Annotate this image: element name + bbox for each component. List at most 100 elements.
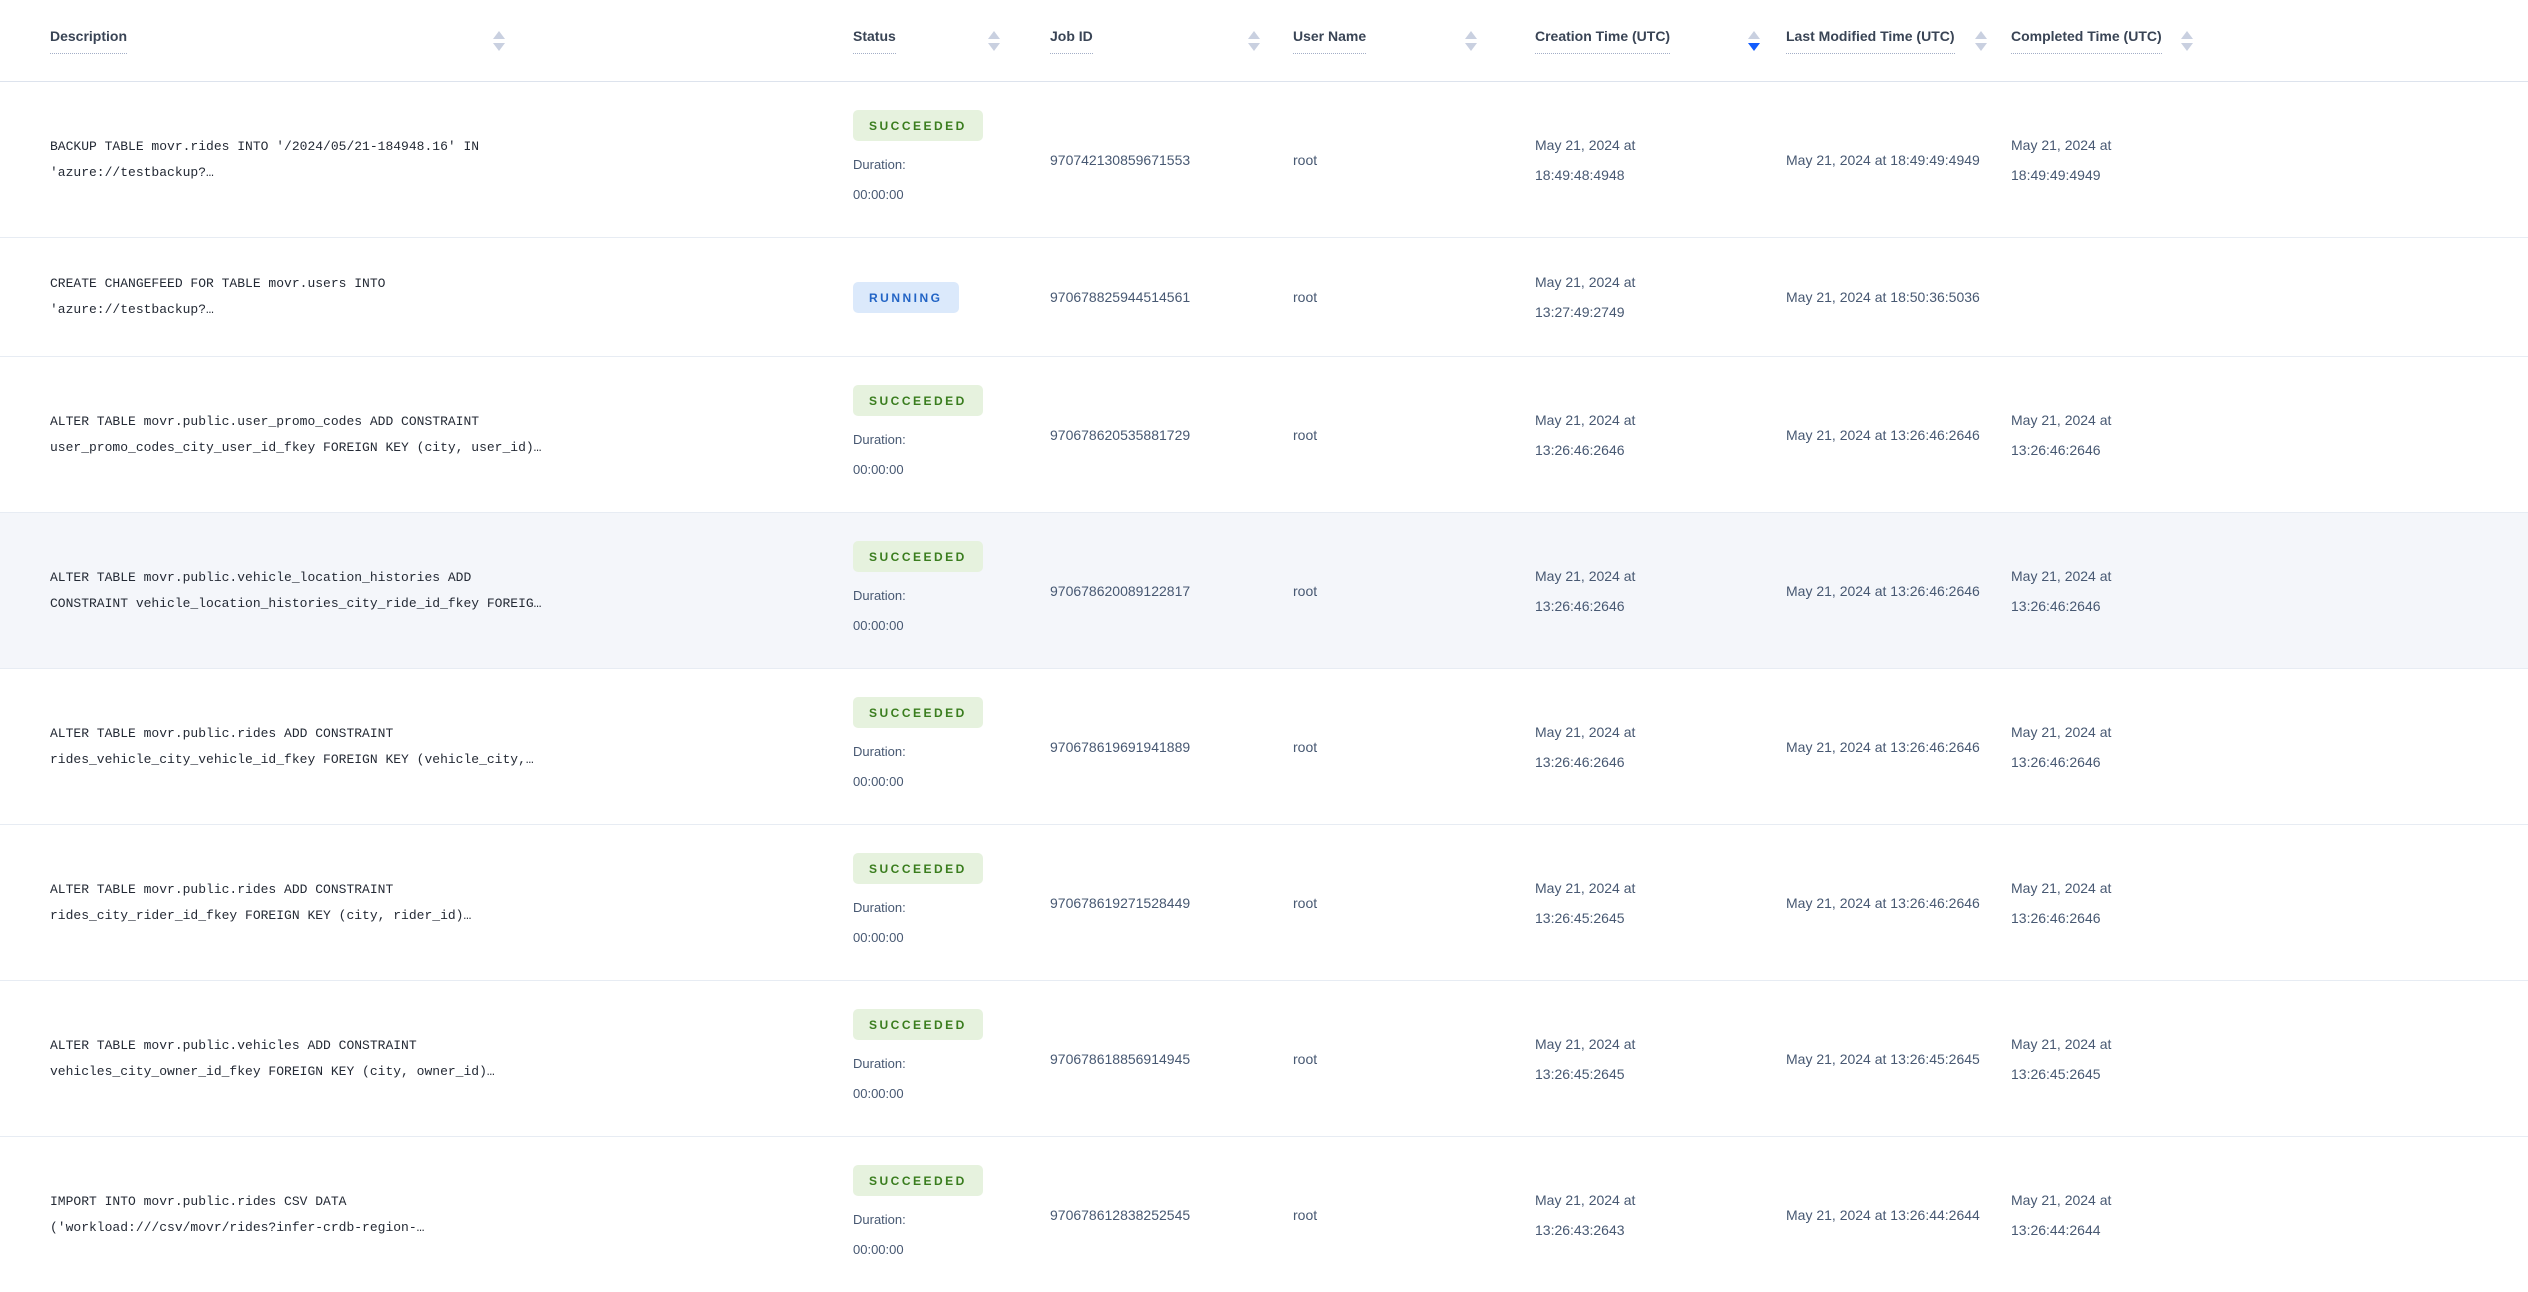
creation-time: May 21, 2024 at 13:27:49:2749 xyxy=(1535,274,1636,320)
creation-time: May 21, 2024 at 13:26:46:2646 xyxy=(1535,567,1636,614)
duration: Duration: 00:00:00 xyxy=(853,156,906,202)
job-description[interactable]: IMPORT INTO movr.public.rides CSV DATA (… xyxy=(50,1189,845,1241)
duration: Duration: 00:00:00 xyxy=(853,587,906,633)
job-description[interactable]: ALTER TABLE movr.public.vehicles ADD CON… xyxy=(50,1033,845,1085)
column-header-user-name[interactable]: User Name xyxy=(1285,0,1527,81)
user-name: root xyxy=(1293,1206,1318,1223)
table-row[interactable]: BACKUP TABLE movr.rides INTO '/2024/05/2… xyxy=(0,82,2528,238)
sort-arrows-icon[interactable] xyxy=(988,30,1000,51)
column-header-completed-time[interactable]: Completed Time (UTC) xyxy=(2003,0,2528,81)
sort-up-icon xyxy=(988,30,1000,39)
status-cell: SUCCEEDED Duration: 00:00:00 xyxy=(845,357,1042,512)
status-cell: SUCCEEDED Duration: 00:00:00 xyxy=(845,669,1042,824)
status-cell: SUCCEEDED Duration: 00:00:00 xyxy=(845,825,1042,980)
sort-down-icon xyxy=(2181,42,2193,51)
duration: Duration: 00:00:00 xyxy=(853,1055,906,1101)
status-cell: SUCCEEDED Duration: 00:00:00 xyxy=(845,82,1042,237)
sort-up-icon xyxy=(493,30,505,39)
job-id: 970678620089122817 xyxy=(1050,582,1191,599)
job-description[interactable]: ALTER TABLE movr.public.user_promo_codes… xyxy=(50,409,845,461)
column-label: Job ID xyxy=(1050,28,1093,54)
table-row[interactable]: ALTER TABLE movr.public.rides ADD CONSTR… xyxy=(0,825,2528,981)
table-row[interactable]: ALTER TABLE movr.public.rides ADD CONSTR… xyxy=(0,669,2528,825)
column-label: User Name xyxy=(1293,28,1367,54)
column-header-last-modified-time[interactable]: Last Modified Time (UTC) xyxy=(1778,0,2003,81)
completed-time: May 21, 2024 at 13:26:46:2646 xyxy=(2011,411,2112,458)
job-id: 970678619271528449 xyxy=(1050,894,1191,911)
creation-time: May 21, 2024 at 18:49:48:4948 xyxy=(1535,136,1636,183)
column-label: Last Modified Time (UTC) xyxy=(1786,28,1955,54)
table-row[interactable]: ALTER TABLE movr.public.vehicles ADD CON… xyxy=(0,981,2528,1137)
sort-down-icon xyxy=(1465,42,1477,51)
sort-arrows-icon[interactable] xyxy=(1465,30,1477,51)
completed-time: May 21, 2024 at 13:26:46:2646 xyxy=(2011,567,2112,614)
table-row[interactable]: IMPORT INTO movr.public.rides CSV DATA (… xyxy=(0,1137,2528,1292)
job-id: 970678612838252545 xyxy=(1050,1206,1191,1223)
status-badge: SUCCEEDED xyxy=(853,540,983,572)
duration: Duration: 00:00:00 xyxy=(853,1211,906,1257)
sort-arrows-icon[interactable] xyxy=(2181,30,2193,51)
sort-down-icon xyxy=(493,42,505,51)
column-label: Description xyxy=(50,28,128,54)
job-description[interactable]: BACKUP TABLE movr.rides INTO '/2024/05/2… xyxy=(50,134,845,186)
table-row[interactable]: ALTER TABLE movr.public.user_promo_codes… xyxy=(0,357,2528,513)
table-row[interactable]: CREATE CHANGEFEED FOR TABLE movr.users I… xyxy=(0,238,2528,357)
job-description[interactable]: ALTER TABLE movr.public.rides ADD CONSTR… xyxy=(50,721,845,773)
sort-arrows-icon[interactable] xyxy=(1248,30,1260,51)
last-modified-time: May 21, 2024 at 13:26:46:2646 xyxy=(1786,894,1980,911)
column-header-job-id[interactable]: Job ID xyxy=(1042,0,1285,81)
duration: Duration: 00:00:00 xyxy=(853,743,906,789)
jobs-table: Description Status Job ID User Name Crea… xyxy=(0,0,2528,1292)
job-id: 970678618856914945 xyxy=(1050,1050,1191,1067)
user-name: root xyxy=(1293,426,1318,443)
column-header-status[interactable]: Status xyxy=(845,0,1042,81)
creation-time: May 21, 2024 at 13:26:43:2643 xyxy=(1535,1191,1636,1238)
last-modified-time: May 21, 2024 at 13:26:44:2644 xyxy=(1786,1206,1980,1223)
sort-arrows-icon-active-desc[interactable] xyxy=(1748,30,1760,51)
status-cell: SUCCEEDED Duration: 00:00:00 xyxy=(845,981,1042,1136)
job-id: 970742130859671553 xyxy=(1050,151,1191,168)
user-name: root xyxy=(1293,894,1318,911)
status-badge: SUCCEEDED xyxy=(853,696,983,728)
job-description[interactable]: CREATE CHANGEFEED FOR TABLE movr.users I… xyxy=(50,271,845,323)
status-cell: SUCCEEDED Duration: 00:00:00 xyxy=(845,1137,1042,1292)
creation-time: May 21, 2024 at 13:26:45:2645 xyxy=(1535,1035,1636,1082)
user-name: root xyxy=(1293,289,1318,305)
sort-down-icon xyxy=(1975,42,1987,51)
last-modified-time: May 21, 2024 at 18:50:36:5036 xyxy=(1786,289,1980,305)
creation-time: May 21, 2024 at 13:26:45:2645 xyxy=(1535,879,1636,926)
job-description[interactable]: ALTER TABLE movr.public.rides ADD CONSTR… xyxy=(50,877,845,929)
status-badge: SUCCEEDED xyxy=(853,109,983,141)
sort-up-icon xyxy=(1465,30,1477,39)
status-badge: SUCCEEDED xyxy=(853,384,983,416)
completed-time: May 21, 2024 at 13:26:44:2644 xyxy=(2011,1191,2112,1238)
duration: Duration: 00:00:00 xyxy=(853,431,906,477)
sort-up-icon xyxy=(2181,30,2193,39)
creation-time: May 21, 2024 at 13:26:46:2646 xyxy=(1535,411,1636,458)
last-modified-time: May 21, 2024 at 13:26:46:2646 xyxy=(1786,738,1980,755)
sort-down-icon xyxy=(1748,42,1760,51)
completed-time: May 21, 2024 at 13:26:46:2646 xyxy=(2011,723,2112,770)
status-cell: RUNNING xyxy=(845,238,1042,356)
status-badge: SUCCEEDED xyxy=(853,852,983,884)
user-name: root xyxy=(1293,151,1318,168)
job-id: 970678620535881729 xyxy=(1050,426,1191,443)
job-id: 970678825944514561 xyxy=(1050,289,1191,305)
sort-arrows-icon[interactable] xyxy=(493,30,505,51)
job-description[interactable]: ALTER TABLE movr.public.vehicle_location… xyxy=(50,565,845,617)
column-header-description[interactable]: Description xyxy=(0,0,845,81)
creation-time: May 21, 2024 at 13:26:46:2646 xyxy=(1535,723,1636,770)
table-row[interactable]: ALTER TABLE movr.public.vehicle_location… xyxy=(0,513,2528,669)
status-cell: SUCCEEDED Duration: 00:00:00 xyxy=(845,513,1042,668)
column-label: Status xyxy=(853,28,896,54)
sort-up-icon xyxy=(1975,30,1987,39)
column-label: Creation Time (UTC) xyxy=(1535,28,1671,54)
sort-up-icon xyxy=(1248,30,1260,39)
column-header-creation-time[interactable]: Creation Time (UTC) xyxy=(1527,0,1778,81)
last-modified-time: May 21, 2024 at 13:26:46:2646 xyxy=(1786,582,1980,599)
sort-down-icon xyxy=(988,42,1000,51)
status-badge: SUCCEEDED xyxy=(853,1008,983,1040)
column-label: Completed Time (UTC) xyxy=(2011,28,2162,54)
sort-arrows-icon[interactable] xyxy=(1975,30,1987,51)
last-modified-time: May 21, 2024 at 18:49:49:4949 xyxy=(1786,151,1980,168)
